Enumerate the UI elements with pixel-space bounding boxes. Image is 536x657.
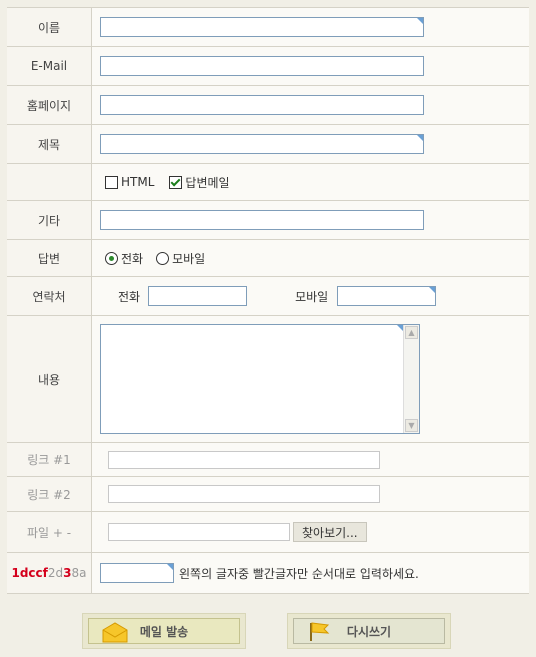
etc-label: 기타 (7, 201, 92, 239)
name-label: 이름 (7, 8, 92, 46)
email-label: E-Mail (7, 47, 92, 85)
send-mail-button[interactable]: 메일 발송 (82, 613, 246, 649)
content-textarea[interactable]: ▲ ▼ (100, 324, 420, 434)
homepage-input[interactable] (100, 95, 424, 115)
link2-label: 링크 #2 (7, 477, 92, 511)
email-input[interactable] (100, 56, 424, 76)
rewrite-label: 다시쓰기 (346, 624, 392, 639)
reply-mail-checkbox[interactable] (169, 175, 183, 189)
link1-input[interactable] (108, 450, 380, 469)
contact-mobile-input[interactable] (337, 286, 437, 306)
link2-row: 링크 #2 (7, 477, 529, 512)
name-input[interactable] (100, 17, 424, 37)
homepage-label: 홈페이지 (7, 86, 92, 124)
content-row: 내용 ▲ ▼ (7, 316, 529, 443)
file-input[interactable] (108, 523, 290, 541)
reply-mobile-radio[interactable] (156, 251, 170, 265)
email-row: E-Mail (7, 47, 529, 86)
html-checkbox[interactable] (105, 175, 118, 189)
captcha-part-4: 8a (71, 566, 87, 580)
link1-label: 링크 #1 (7, 443, 92, 476)
file-label: 파일 + - (7, 512, 92, 552)
send-mail-label: 메일 발송 (139, 624, 189, 639)
reply-phone-radio[interactable] (105, 251, 118, 265)
html-label: HTML (121, 175, 155, 189)
captcha-part-3: 3 (63, 566, 72, 580)
captcha-code: 1dccf2d38a (7, 553, 92, 593)
scroll-up-icon[interactable]: ▲ (405, 326, 418, 339)
subject-input[interactable] (100, 134, 424, 154)
options-label (7, 164, 92, 200)
reply-phone-option[interactable]: 전화 (100, 250, 143, 267)
captcha-part-1: 1dccf (11, 566, 48, 580)
content-label: 내용 (7, 316, 92, 442)
link2-input[interactable] (108, 485, 380, 503)
contact-row: 연락처 전화 모바일 (7, 277, 529, 316)
etc-input[interactable] (100, 210, 424, 230)
captcha-input[interactable] (100, 563, 174, 583)
etc-row: 기타 (7, 201, 529, 240)
reply-mail-label: 답변메일 (185, 175, 230, 190)
reply-mobile-label: 모바일 (172, 251, 206, 266)
captcha-part-2: 2d (47, 566, 64, 580)
name-row: 이름 (7, 8, 529, 47)
contact-phone-label: 전화 (118, 289, 141, 304)
captcha-row: 1dccf2d38a 왼쪽의 글자중 빨간글자만 순서대로 입력하세요. (7, 553, 529, 594)
html-option[interactable]: HTML (100, 175, 154, 189)
file-row: 파일 + - 찾아보기... (7, 512, 529, 553)
reply-phone-label: 전화 (121, 251, 144, 266)
reply-label: 답변 (7, 240, 92, 276)
reply-mobile-option[interactable]: 모바일 (151, 250, 205, 267)
browse-button[interactable]: 찾아보기... (293, 522, 367, 542)
captcha-instruction: 왼쪽의 글자중 빨간글자만 순서대로 입력하세요. (179, 566, 419, 581)
reply-row: 답변 전화 모바일 (7, 240, 529, 277)
content-scrollbar[interactable]: ▲ ▼ (403, 325, 419, 433)
homepage-row: 홈페이지 (7, 86, 529, 125)
link1-row: 링크 #1 (7, 443, 529, 477)
contact-mobile-label: 모바일 (295, 289, 329, 304)
contact-phone-input[interactable] (148, 286, 248, 306)
subject-row: 제목 (7, 125, 529, 164)
rewrite-button[interactable]: 다시쓰기 (287, 613, 451, 649)
subject-label: 제목 (7, 125, 92, 163)
mail-form: 이름 E-Mail 홈페이지 제목 HTML 답변메일 기타 답변 전화 모바일… (7, 7, 529, 594)
scroll-down-icon[interactable]: ▼ (405, 419, 418, 432)
options-row: HTML 답변메일 (7, 164, 529, 201)
contact-label: 연락처 (7, 277, 92, 315)
reply-mail-option[interactable]: 답변메일 (164, 174, 230, 191)
